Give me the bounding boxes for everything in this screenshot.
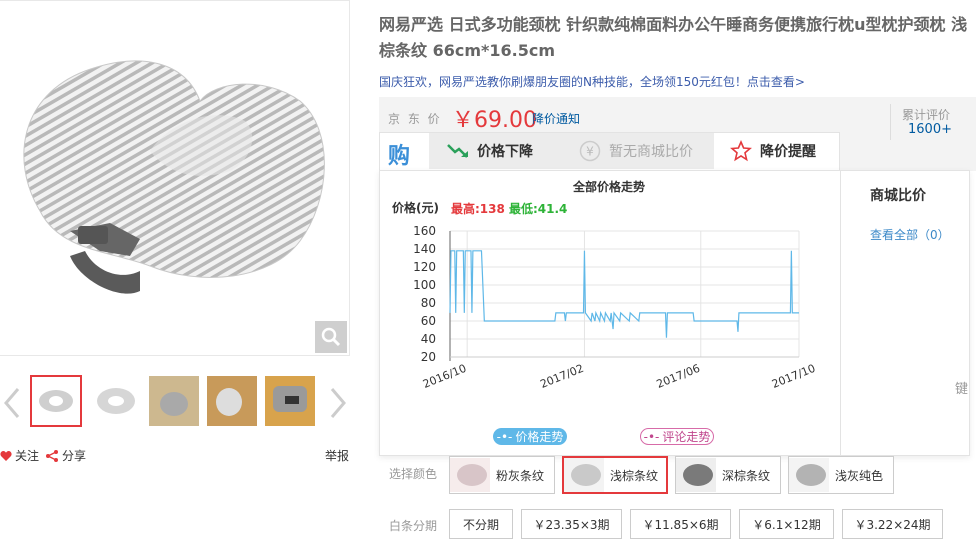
pillow-image [23,60,325,294]
x-tick-label: 2016/10 [421,362,468,391]
price-notify-link[interactable]: 降价通知 [532,110,580,127]
buy-icon: 购 [388,144,411,169]
legend-price-trend[interactable]: -•- 价格走势 [493,428,567,445]
color-row-label: 选择颜色 [389,467,438,481]
thumbnail-2[interactable] [90,375,142,427]
price-label: 京 东 价 [388,112,442,126]
color-swatch-image [564,458,604,492]
compare-title: 商城比价 [870,188,926,204]
color-swatch-image [450,458,490,492]
x-tick-label: 2017/10 [770,362,817,391]
installment-option-2[interactable]: ￥23.35×3期 [521,509,622,539]
tab-no-compare-label: 暂无商城比价 [609,144,693,160]
color-option-label: 浅灰纯色 [835,468,884,483]
color-option-label: 深棕条纹 [722,468,771,483]
color-option-1[interactable]: 粉灰条纹 [449,456,555,494]
thumbnail-image [207,376,257,426]
thumb-next-button[interactable] [326,383,350,423]
y-tick-label: 120 [413,260,436,274]
y-tick-label: 60 [421,314,436,328]
chart-y-unit: 价格(元) [392,201,439,215]
y-tick-label: 100 [413,278,436,292]
chart-title: 全部价格走势 [573,180,646,194]
heart-icon [0,450,12,461]
legend-review-label: 评论走势 [662,430,711,444]
thumbnail-image [97,388,135,414]
x-tick-label: 2017/02 [538,362,585,391]
review-count[interactable]: 1600+ [908,122,952,137]
color-option-2[interactable]: 浅棕条纹 [562,456,668,494]
color-swatch-image [676,458,716,492]
magnifier-icon [321,327,341,347]
x-tick-label: 2017/06 [655,362,702,391]
review-divider [890,104,891,140]
y-tick-label: 140 [413,242,436,256]
side-stub-text: 键 [955,382,969,397]
legend-line-icon: -•- [496,429,513,444]
thumbnail-image [265,376,315,426]
thumb-prev-button[interactable] [0,383,24,423]
promo-link[interactable]: 国庆狂欢，网易严选教你刷爆朋友圈的N种技能，全场领150元红包！点击查看> [379,73,805,90]
thumbnail-4[interactable] [206,375,258,427]
trend-down-icon [447,144,468,158]
review-label: 累计评价 [902,108,951,122]
zoom-button[interactable] [315,321,347,353]
color-option-4[interactable]: 浅灰纯色 [788,456,894,494]
y-tick-label: 40 [421,332,436,346]
share-label: 分享 [62,449,87,463]
svg-text:¥: ¥ [586,145,594,159]
report-link[interactable]: 举报 [325,447,349,464]
yen-circle-icon: ¥ [579,140,601,162]
legend-review-trend[interactable]: -•- 评论走势 [640,428,714,445]
chevron-right-icon [330,388,346,418]
color-option-label: 粉灰条纹 [496,468,545,483]
thumbnail-image [149,376,199,426]
installment-option-3[interactable]: ￥11.85×6期 [630,509,731,539]
share-button[interactable]: 分享 [45,447,86,464]
legend-line-icon: -•- [643,429,660,444]
tab-price-alert-label: 降价提醒 [760,144,816,160]
thumbnail-3[interactable] [148,375,200,427]
chevron-left-icon [4,388,20,418]
installment-option-5[interactable]: ￥3.22×24期 [842,509,943,539]
legend-price-label: 价格走势 [515,430,564,444]
share-icon [46,449,58,462]
tab-price-alert[interactable]: 降价提醒 [714,133,839,169]
product-title: 网易严选 日式多功能颈枕 针织款纯棉面料办公午睡商务便携旅行枕u型枕护颈枕 浅棕… [379,15,968,60]
y-tick-label: 20 [421,350,436,364]
color-swatch-image [789,458,829,492]
color-option-label: 浅棕条纹 [610,468,659,483]
star-icon [730,140,752,162]
panel-divider [840,170,841,456]
tab-no-compare[interactable]: ¥ 暂无商城比价 [567,133,714,169]
product-main-image[interactable] [0,0,350,356]
y-tick-label: 80 [421,296,436,310]
color-option-3[interactable]: 深棕条纹 [675,456,781,494]
y-tick-label: 160 [413,224,436,238]
tab-price-down[interactable]: 价格下降 [429,133,567,169]
compare-view-all-link[interactable]: 查看全部（0） [870,226,950,243]
thumbnail-image [39,390,73,412]
price-series-line [449,250,799,338]
follow-button[interactable]: 关注 [0,447,39,464]
report-label: 举报 [325,449,350,463]
installment-row-label: 白条分期 [389,519,438,533]
price-chart: 160 140 120 100 80 60 40 202016/10 2017/02 2017/0… [413,224,817,391]
installment-option-1[interactable]: 不分期 [449,509,513,539]
thumbnail-5[interactable] [264,375,316,427]
installment-option-4[interactable]: ￥6.1×12期 [739,509,834,539]
price-value: ￥69.00 [452,108,537,133]
follow-label: 关注 [15,449,40,463]
thumbnail-1[interactable] [30,375,82,427]
tab-price-down-label: 价格下降 [477,144,533,160]
